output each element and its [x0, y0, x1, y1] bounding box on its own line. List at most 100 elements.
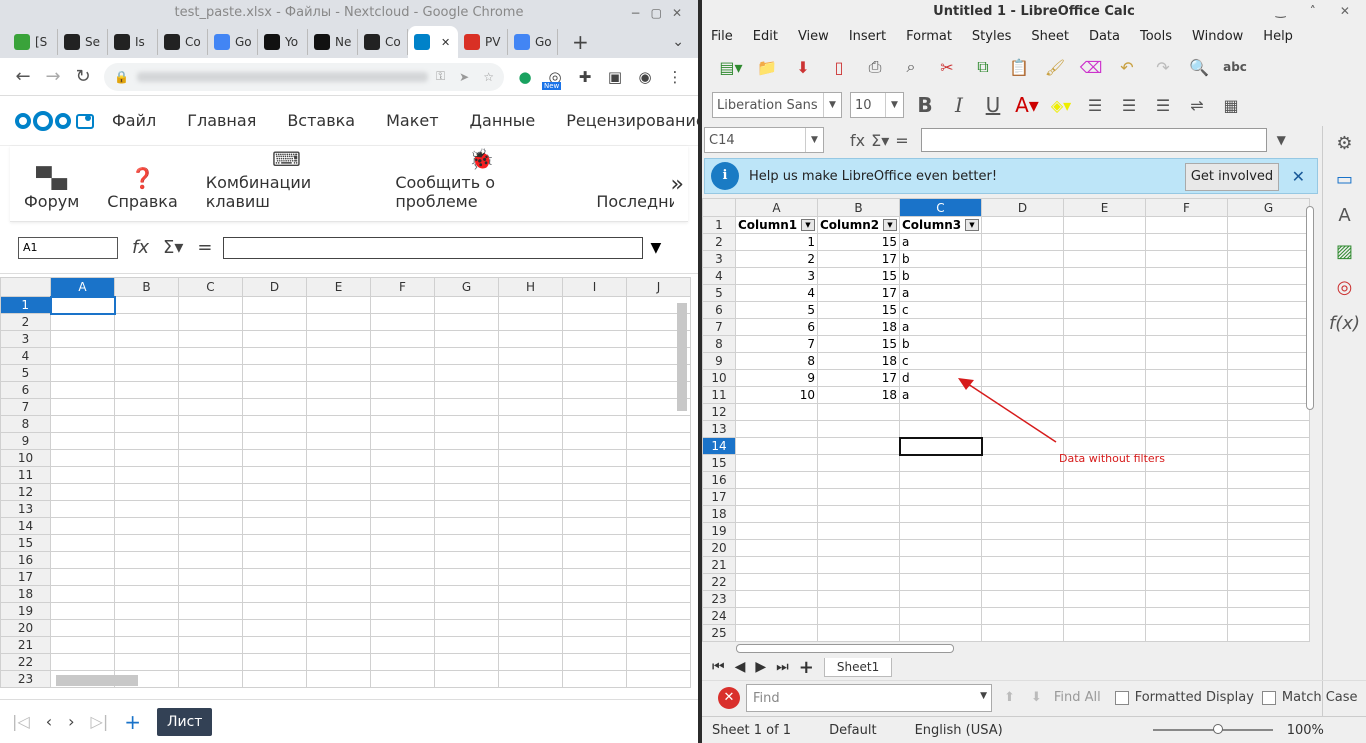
print-preview-icon[interactable]: ⌕	[898, 54, 924, 80]
cell[interactable]	[50, 636, 115, 654]
cell[interactable]	[178, 381, 243, 399]
cell[interactable]	[242, 653, 307, 671]
cell[interactable]	[114, 330, 179, 348]
column-header[interactable]: G	[434, 277, 499, 297]
cell[interactable]	[562, 568, 627, 586]
cell[interactable]	[981, 624, 1064, 642]
cell[interactable]	[981, 556, 1064, 574]
lo-vscrollbar[interactable]	[1306, 206, 1314, 410]
cell[interactable]	[114, 483, 179, 501]
cell[interactable]	[817, 607, 900, 625]
cell[interactable]	[49, 295, 116, 315]
lo-menu-help[interactable]: Help	[1263, 29, 1293, 44]
cell[interactable]	[114, 636, 179, 654]
cell[interactable]	[1063, 386, 1146, 404]
cell[interactable]	[981, 454, 1064, 472]
cell[interactable]	[1227, 301, 1310, 319]
cell[interactable]	[899, 556, 982, 574]
cell[interactable]	[306, 296, 371, 314]
cell[interactable]	[370, 568, 435, 586]
formatted-display-checkbox[interactable]	[1114, 690, 1129, 705]
close-find-icon[interactable]: ✕	[718, 686, 740, 709]
lo-menu-insert[interactable]: Insert	[849, 29, 886, 44]
cell[interactable]	[306, 551, 371, 569]
cell[interactable]: 9	[735, 369, 818, 387]
cell[interactable]	[498, 653, 563, 671]
cell[interactable]	[562, 517, 627, 535]
row-header[interactable]: 25	[702, 624, 736, 642]
cell[interactable]	[242, 347, 307, 365]
cell[interactable]	[242, 415, 307, 433]
cell[interactable]	[498, 602, 563, 620]
cell[interactable]	[434, 551, 499, 569]
font-color-icon[interactable]: A▾	[1014, 92, 1040, 118]
row-header[interactable]: 19	[702, 522, 736, 540]
cell[interactable]	[981, 352, 1064, 370]
cell[interactable]	[114, 432, 179, 450]
cell[interactable]	[562, 432, 627, 450]
equals-icon[interactable]: =	[197, 237, 212, 258]
row-header[interactable]: 13	[0, 500, 51, 518]
cell[interactable]	[1145, 573, 1228, 591]
profile-avatar-icon[interactable]: ◉	[630, 68, 660, 86]
browser-tab[interactable]: ✕	[408, 26, 458, 58]
cell[interactable]	[306, 568, 371, 586]
cell[interactable]	[1227, 233, 1310, 251]
highlight-color-icon[interactable]: ◈▾	[1048, 92, 1074, 118]
cell[interactable]	[370, 602, 435, 620]
row-header[interactable]: 5	[702, 284, 736, 302]
cell[interactable]	[434, 517, 499, 535]
cell[interactable]: 18	[817, 352, 900, 370]
row-header[interactable]: 3	[702, 250, 736, 268]
cell[interactable]	[50, 568, 115, 586]
cell[interactable]	[306, 381, 371, 399]
cell[interactable]	[242, 483, 307, 501]
cell[interactable]	[735, 522, 818, 540]
toolbar-help[interactable]: ❓ Справка	[107, 166, 178, 211]
url-input[interactable]: 🔒 ⚿ ➤ ☆	[104, 62, 504, 91]
match-case-checkbox[interactable]	[1261, 690, 1276, 705]
cell[interactable]	[178, 517, 243, 535]
cell[interactable]	[50, 415, 115, 433]
cell[interactable]	[434, 568, 499, 586]
cell[interactable]	[626, 602, 691, 620]
cell[interactable]	[242, 381, 307, 399]
cell[interactable]	[1145, 539, 1228, 557]
cell[interactable]	[50, 585, 115, 603]
cell[interactable]	[370, 670, 435, 688]
row-header[interactable]: 8	[0, 415, 51, 433]
cell[interactable]	[1145, 488, 1228, 506]
toolbar-shortcuts[interactable]: ⌨ Комбинации клавиш	[206, 147, 368, 211]
row-header[interactable]: 17	[702, 488, 736, 506]
cell[interactable]	[242, 432, 307, 450]
cell[interactable]	[178, 432, 243, 450]
back-icon[interactable]: ←	[8, 66, 38, 87]
cell[interactable]	[735, 505, 818, 523]
lo-window-controls[interactable]: ‿ ˄ ✕	[1276, 0, 1360, 23]
align-left-icon[interactable]: ☰	[1082, 92, 1108, 118]
cell[interactable]	[50, 619, 115, 637]
extensions-puzzle-icon[interactable]: ✚	[570, 68, 600, 86]
cell[interactable]: a	[899, 318, 982, 336]
cell[interactable]	[50, 432, 115, 450]
cell[interactable]	[306, 585, 371, 603]
add-sheet-icon[interactable]: +	[124, 710, 141, 734]
row-header[interactable]: 23	[702, 590, 736, 608]
next-sheet-icon[interactable]: ›	[68, 712, 74, 731]
cell[interactable]	[434, 296, 499, 314]
cell[interactable]	[735, 488, 818, 506]
row-header[interactable]: 20	[702, 539, 736, 557]
cell[interactable]	[981, 471, 1064, 489]
row-header[interactable]: 23	[0, 670, 51, 688]
row-header[interactable]: 19	[0, 602, 51, 620]
row-header[interactable]: 12	[0, 483, 51, 501]
cell[interactable]	[50, 364, 115, 382]
first-sheet-icon[interactable]: |◁	[12, 712, 30, 731]
cell[interactable]	[242, 602, 307, 620]
cell[interactable]	[1145, 403, 1228, 421]
cell[interactable]	[178, 330, 243, 348]
toolbar-report-bug[interactable]: 🐞 Сообщить о проблеме	[395, 147, 568, 211]
cell[interactable]	[1063, 403, 1146, 421]
nc-menu-insert[interactable]: Вставка	[287, 111, 355, 130]
bookmark-star-icon[interactable]: ☆	[483, 70, 494, 84]
